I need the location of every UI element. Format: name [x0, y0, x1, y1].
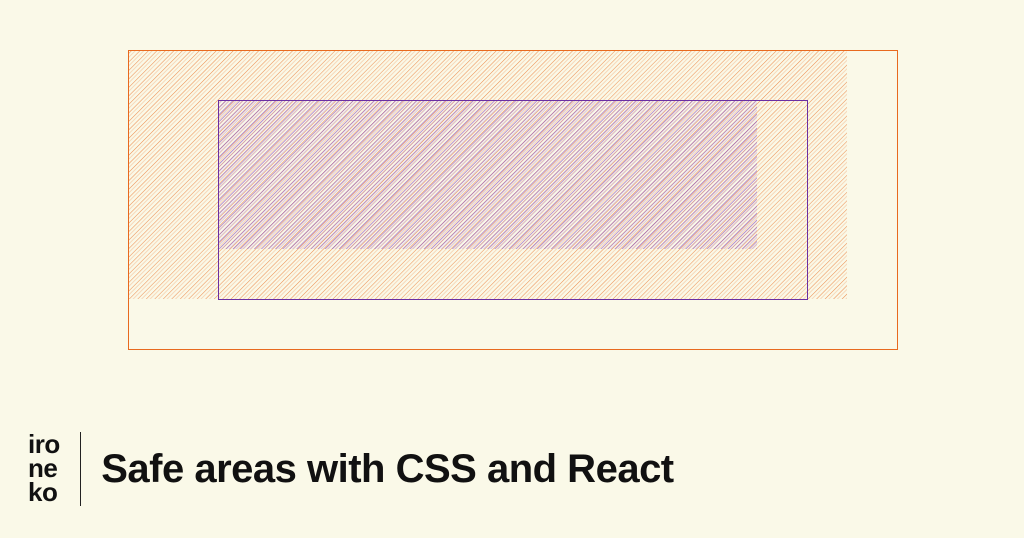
vertical-divider — [80, 432, 82, 506]
page-title: Safe areas with CSS and React — [101, 447, 673, 492]
inner-rectangle — [218, 100, 808, 300]
logo-line-3: ko — [28, 481, 60, 505]
footer: iro ne ko Safe areas with CSS and React — [28, 432, 674, 506]
inner-hatch — [218, 100, 757, 249]
safe-area-illustration — [128, 50, 898, 350]
logo-ironeko: iro ne ko — [28, 433, 60, 505]
